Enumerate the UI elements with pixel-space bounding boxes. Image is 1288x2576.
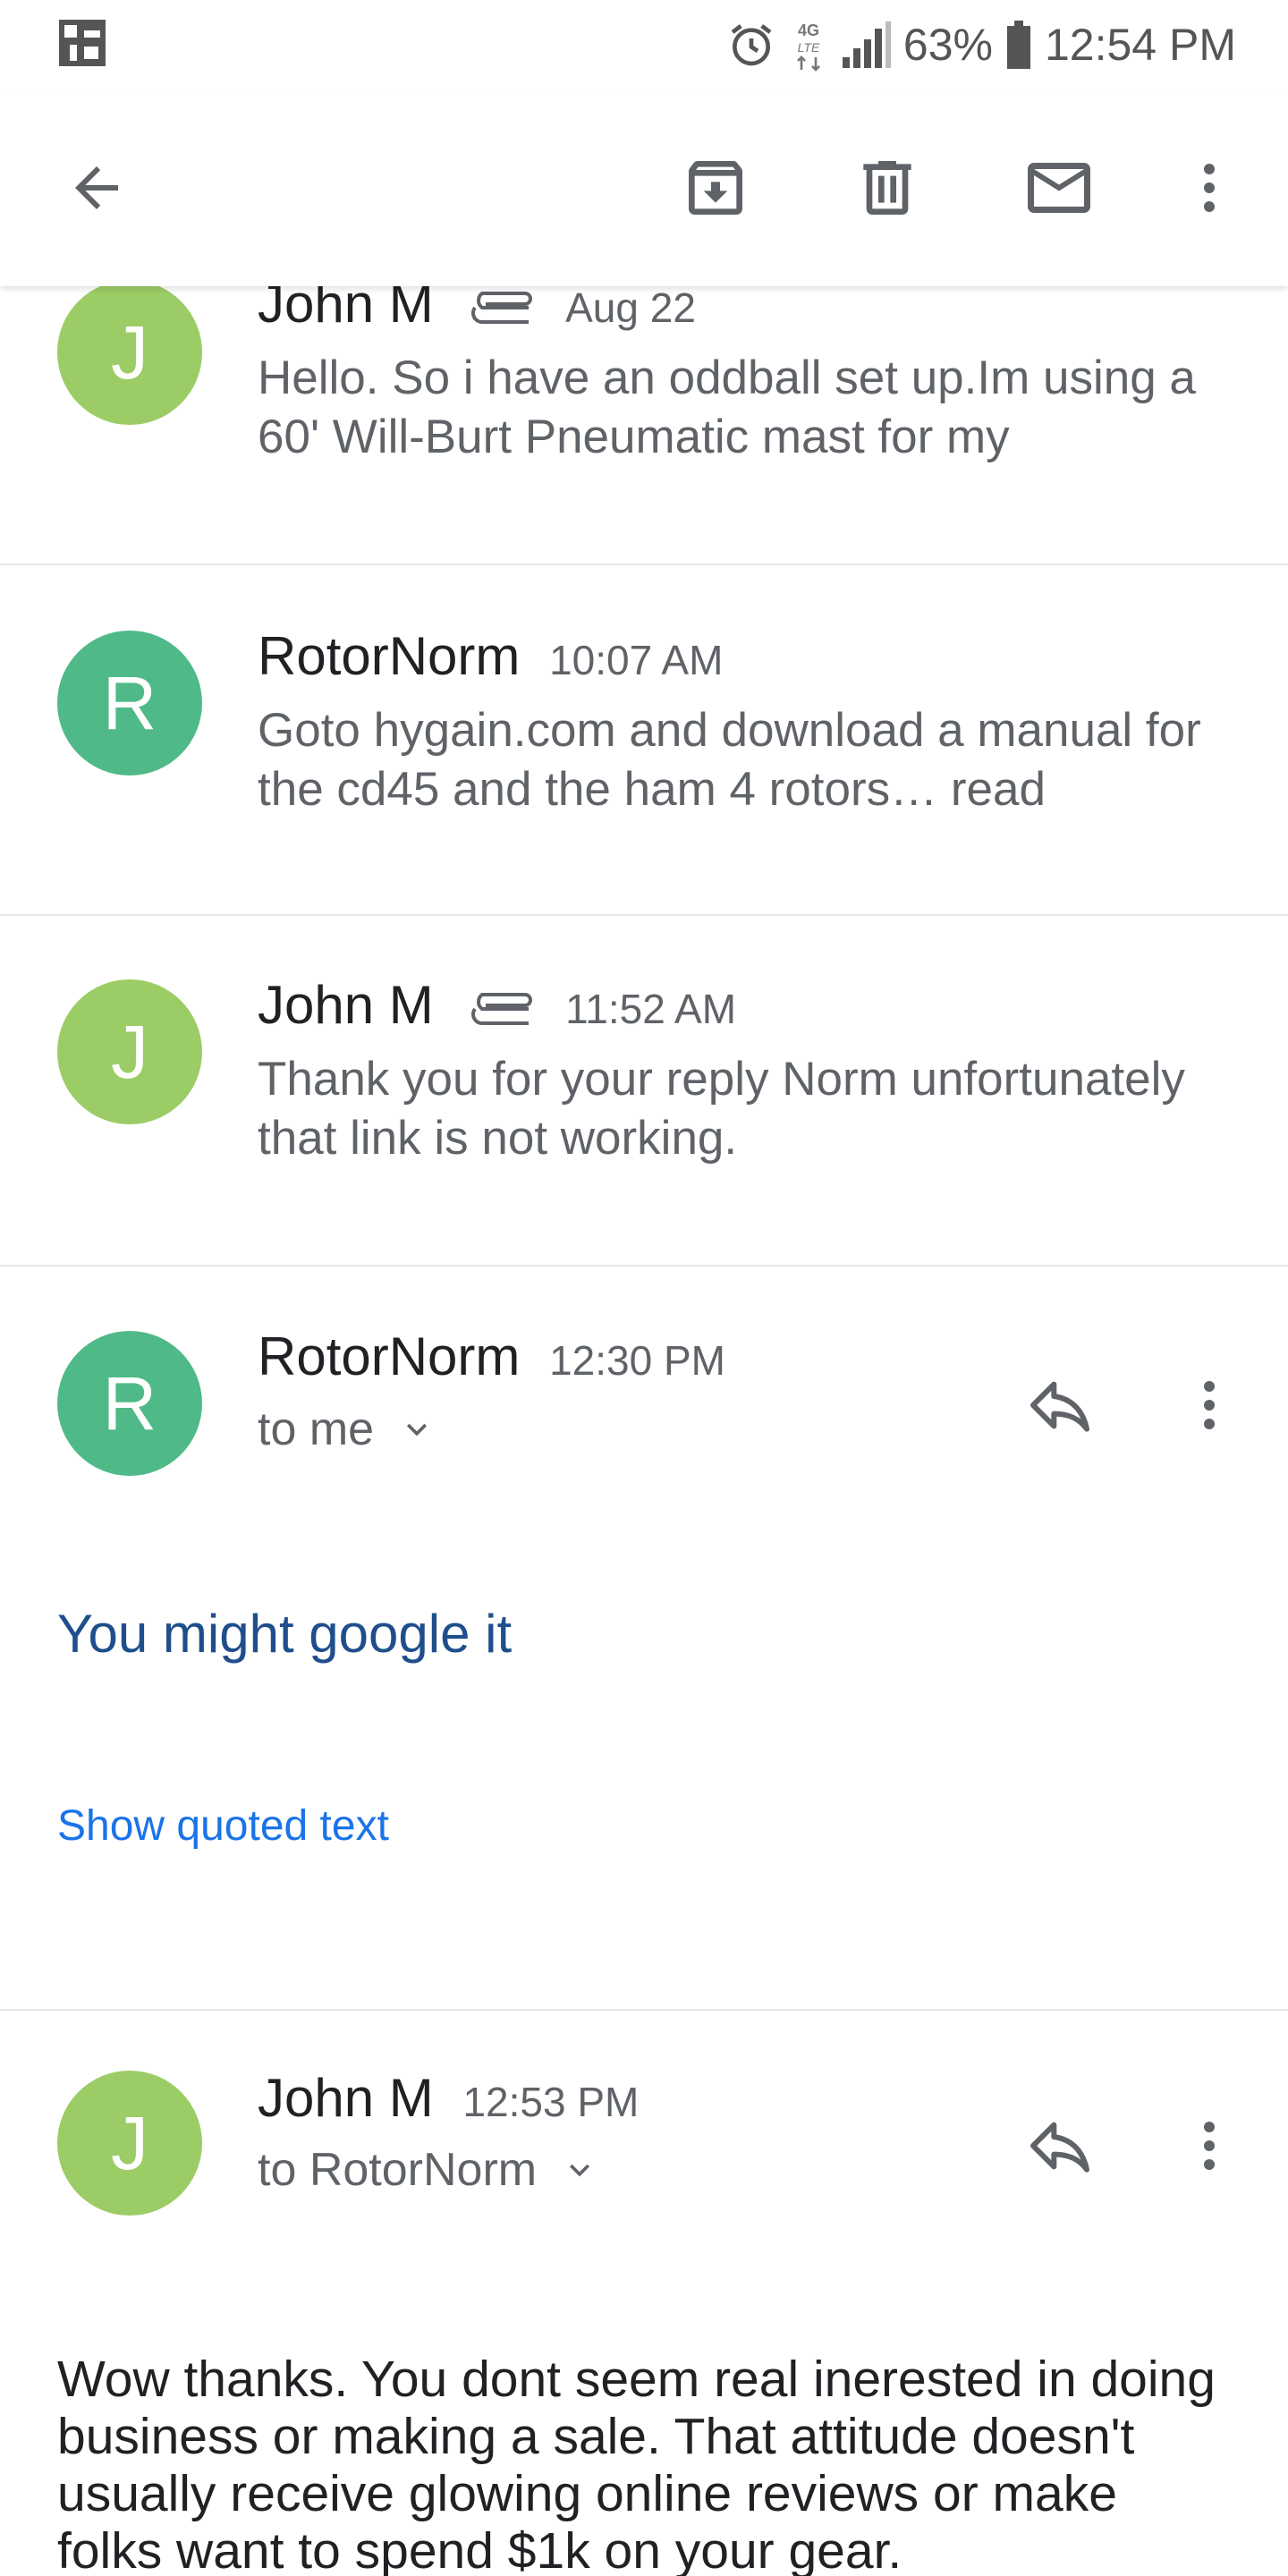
more-options-button[interactable] bbox=[1165, 143, 1254, 233]
avatar: J bbox=[57, 979, 202, 1124]
message-time: 11:52 AM bbox=[565, 986, 737, 1032]
message-header: John M Aug 22 bbox=[258, 286, 696, 335]
message-header: John M 11:52 AM bbox=[258, 974, 736, 1036]
conversation-thread: J John M Aug 22 Hello. So i have an oddb… bbox=[0, 286, 1288, 2576]
expanded-message: R RotorNorm 12:30 PM to me You might goo… bbox=[0, 1268, 1288, 2011]
sender-name: John M bbox=[258, 286, 434, 334]
expanded-message: J John M 12:53 PM to RotorNorm Wow thank… bbox=[0, 2012, 1288, 2576]
svg-text:4G: 4G bbox=[798, 21, 819, 39]
attachment-icon bbox=[471, 993, 533, 1026]
sender-name: RotorNorm bbox=[258, 626, 521, 686]
message-header: John M 12:53 PM bbox=[258, 2067, 639, 2129]
collapsed-message[interactable]: J John M Aug 22 Hello. So i have an oddb… bbox=[0, 286, 1288, 565]
message-snippet: Hello. So i have an oddball set up.Im us… bbox=[258, 352, 1196, 463]
recipient-label: to me bbox=[258, 1403, 375, 1455]
svg-text:LTE: LTE bbox=[798, 40, 820, 55]
reply-icon bbox=[1030, 2122, 1089, 2173]
mark-unread-icon bbox=[1028, 163, 1090, 213]
reply-button[interactable] bbox=[1015, 2101, 1105, 2190]
reply-button[interactable] bbox=[1015, 1360, 1105, 1450]
status-time: 12:54 PM bbox=[1044, 20, 1236, 70]
reply-icon bbox=[1030, 1381, 1089, 1432]
message-snippet: Thank you for your reply Norm unfortunat… bbox=[258, 1053, 1185, 1165]
delete-button[interactable] bbox=[843, 143, 932, 233]
mark-unread-button[interactable] bbox=[1014, 143, 1104, 233]
more-vert-icon bbox=[1204, 164, 1215, 212]
app-logo-icon bbox=[59, 20, 106, 66]
message-more-button[interactable] bbox=[1165, 2101, 1254, 2190]
message-more-button[interactable] bbox=[1165, 1360, 1254, 1450]
message-header: RotorNorm 12:30 PM bbox=[258, 1326, 725, 1387]
app-bar bbox=[0, 89, 1288, 286]
message-time: 10:07 AM bbox=[549, 637, 724, 683]
recipient-details-toggle[interactable]: to me bbox=[258, 1402, 436, 1456]
back-arrow-icon bbox=[75, 166, 118, 209]
signal-bars-icon bbox=[842, 21, 891, 68]
sender-name: RotorNorm bbox=[258, 1326, 521, 1386]
more-vert-icon bbox=[1204, 1381, 1215, 1429]
show-quoted-text-link[interactable]: Show quoted text bbox=[57, 1801, 389, 1851]
archive-button[interactable] bbox=[671, 143, 760, 233]
message-time: Aug 22 bbox=[565, 286, 696, 331]
delete-icon bbox=[863, 161, 911, 215]
avatar: R bbox=[57, 631, 202, 775]
sender-name: John M bbox=[258, 975, 434, 1035]
chevron-down-icon bbox=[407, 1423, 428, 1436]
recipient-details-toggle[interactable]: to RotorNorm bbox=[258, 2143, 599, 2197]
battery-icon bbox=[1006, 21, 1030, 69]
chevron-down-icon bbox=[570, 2164, 590, 2177]
recipient-label: to RotorNorm bbox=[258, 2144, 538, 2196]
more-vert-icon bbox=[1204, 2122, 1215, 2170]
avatar: J bbox=[57, 286, 202, 425]
collapsed-message[interactable]: R RotorNorm 10:07 AM Goto hygain.com and… bbox=[0, 565, 1288, 916]
network-4g-lte-icon: 4G LTE bbox=[796, 21, 820, 72]
avatar: R bbox=[57, 1331, 202, 1476]
message-header: RotorNorm 10:07 AM bbox=[258, 625, 723, 687]
message-snippet: Goto hygain.com and download a manual fo… bbox=[258, 704, 1201, 816]
message-body: Wow thanks. You dont seem real inerested… bbox=[57, 2351, 1216, 2576]
message-body: You might google it bbox=[57, 1604, 513, 1664]
status-bar: 4G LTE 63% 12:54 PM bbox=[0, 0, 1288, 89]
alarm-icon bbox=[731, 24, 772, 66]
message-time: 12:30 PM bbox=[549, 1337, 725, 1384]
message-time: 12:53 PM bbox=[462, 2079, 640, 2125]
sender-name: John M bbox=[258, 2068, 434, 2128]
battery-percent: 63% bbox=[902, 20, 993, 70]
archive-icon bbox=[689, 161, 742, 215]
collapsed-message[interactable]: J John M 11:52 AM Thank you for your rep… bbox=[0, 916, 1288, 1267]
back-button[interactable] bbox=[52, 143, 141, 233]
avatar: J bbox=[57, 2071, 202, 2216]
attachment-icon bbox=[471, 292, 533, 325]
